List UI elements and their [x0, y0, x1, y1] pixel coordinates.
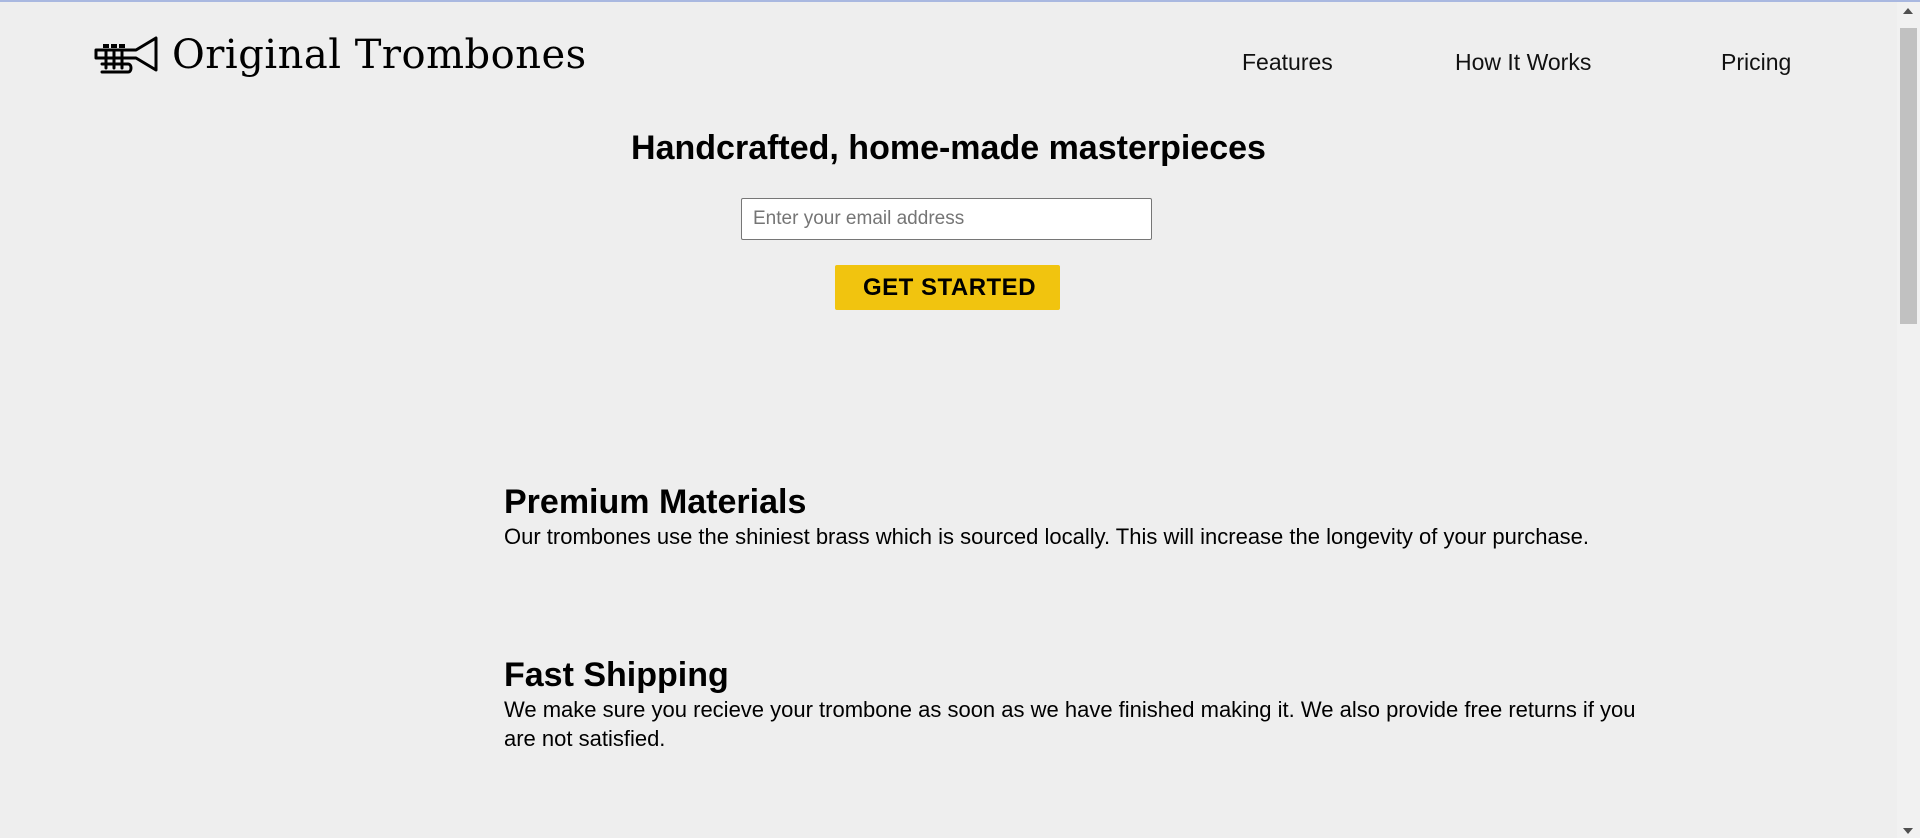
- feature-fast-shipping: Fast Shipping We make sure you recieve y…: [504, 655, 1664, 753]
- feature-text: We make sure you recieve your trombone a…: [504, 697, 1636, 751]
- email-field[interactable]: [741, 198, 1152, 240]
- get-started-button[interactable]: GET STARTED: [835, 265, 1060, 310]
- nav-link-pricing[interactable]: Pricing: [1721, 48, 1791, 76]
- site-header: Original Trombones Features How It Works…: [0, 2, 1897, 102]
- scroll-down-arrow-icon[interactable]: [1903, 828, 1913, 834]
- feature-text: Our trombones use the shiniest brass whi…: [504, 524, 1590, 549]
- scrollbar-thumb[interactable]: [1900, 28, 1917, 324]
- main-nav: Features How It Works Pricing: [0, 2, 1897, 102]
- feature-premium-materials: Premium Materials Our trombones use the …: [504, 482, 1664, 551]
- nav-link-how-it-works[interactable]: How It Works: [1455, 48, 1591, 76]
- nav-link-features[interactable]: Features: [1242, 48, 1333, 76]
- landing-page: Original Trombones Features How It Works…: [0, 2, 1897, 838]
- scroll-up-arrow-icon[interactable]: [1903, 8, 1913, 14]
- feature-title: Premium Materials: [504, 483, 807, 521]
- feature-title: Fast Shipping: [504, 656, 729, 694]
- vertical-scrollbar[interactable]: [1897, 2, 1920, 838]
- hero-title: Handcrafted, home-made masterpieces: [631, 129, 1266, 167]
